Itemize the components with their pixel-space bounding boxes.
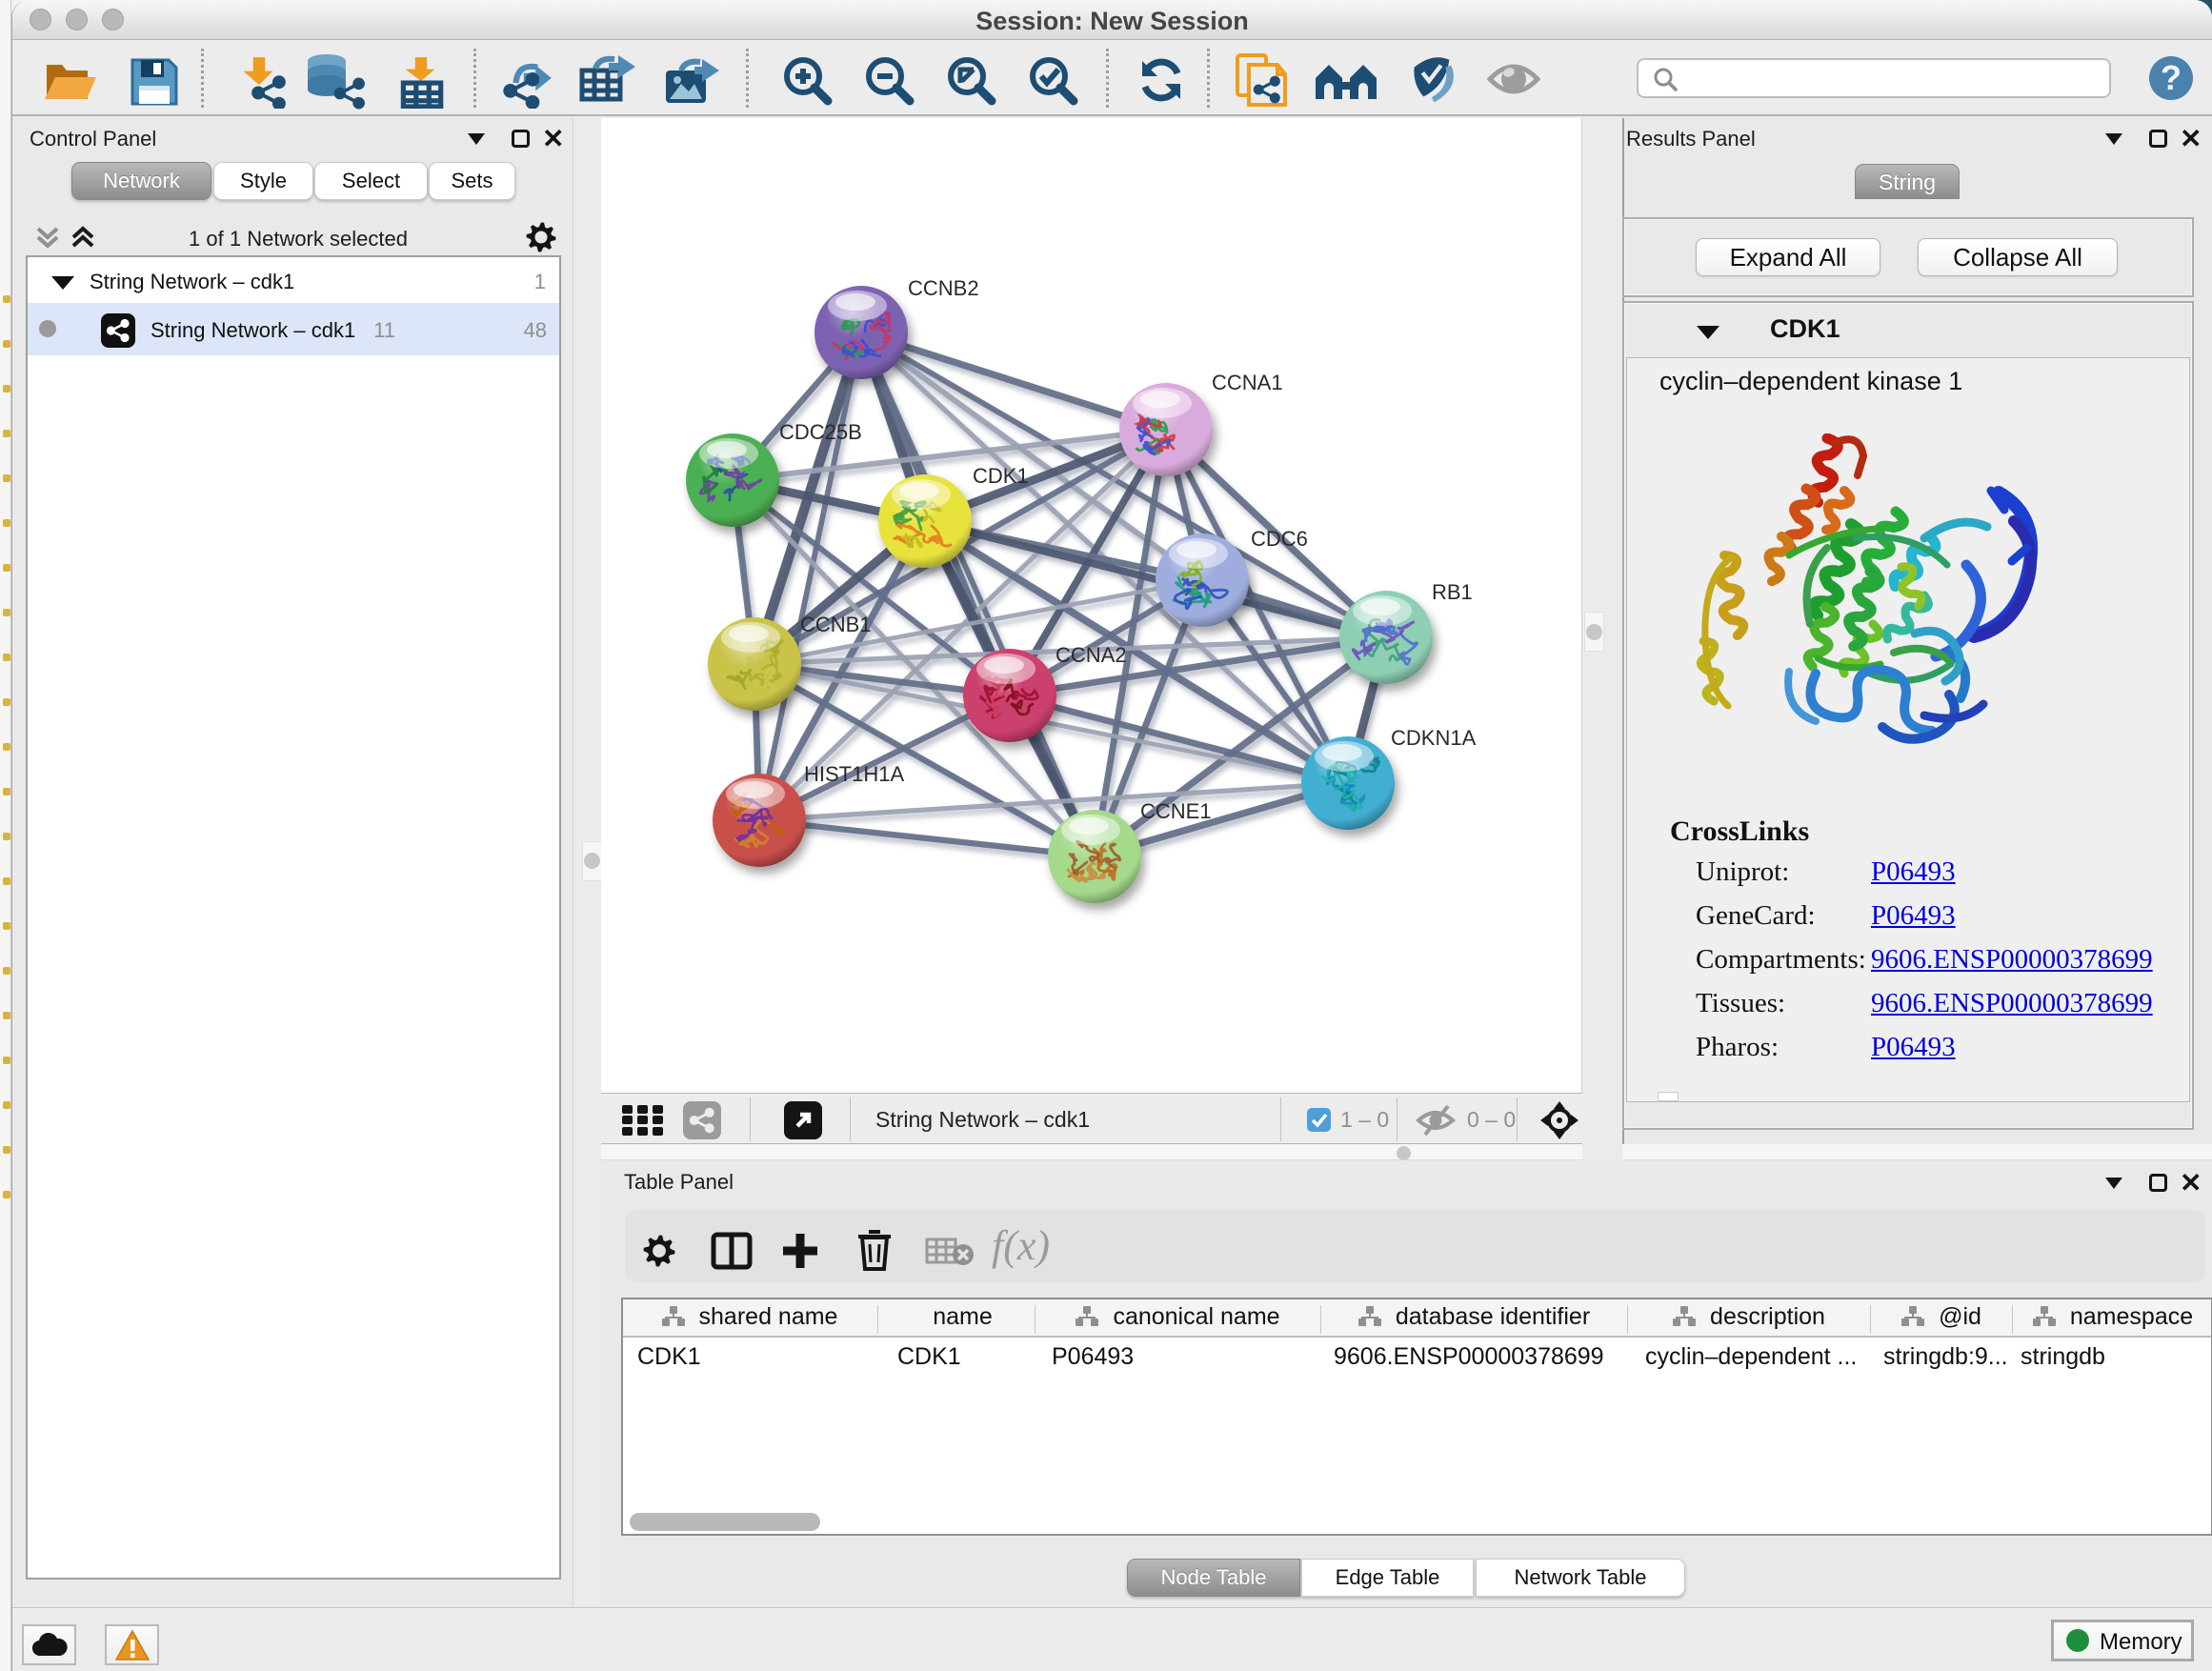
svg-text:CDK1: CDK1 [973, 464, 1029, 488]
svg-text:CCNB1: CCNB1 [800, 613, 872, 636]
svg-text:CDC25B: CDC25B [779, 420, 862, 444]
svg-text:CCNB2: CCNB2 [908, 276, 979, 300]
svg-text:RB1: RB1 [1432, 580, 1473, 604]
svg-text:CDKN1A: CDKN1A [1391, 726, 1477, 750]
svg-text:HIST1H1A: HIST1H1A [804, 762, 904, 786]
svg-text:CDC6: CDC6 [1251, 527, 1308, 551]
svg-text:CCNA1: CCNA1 [1212, 371, 1283, 394]
svg-text:CCNA2: CCNA2 [1056, 643, 1127, 667]
svg-text:CCNE1: CCNE1 [1140, 799, 1212, 823]
